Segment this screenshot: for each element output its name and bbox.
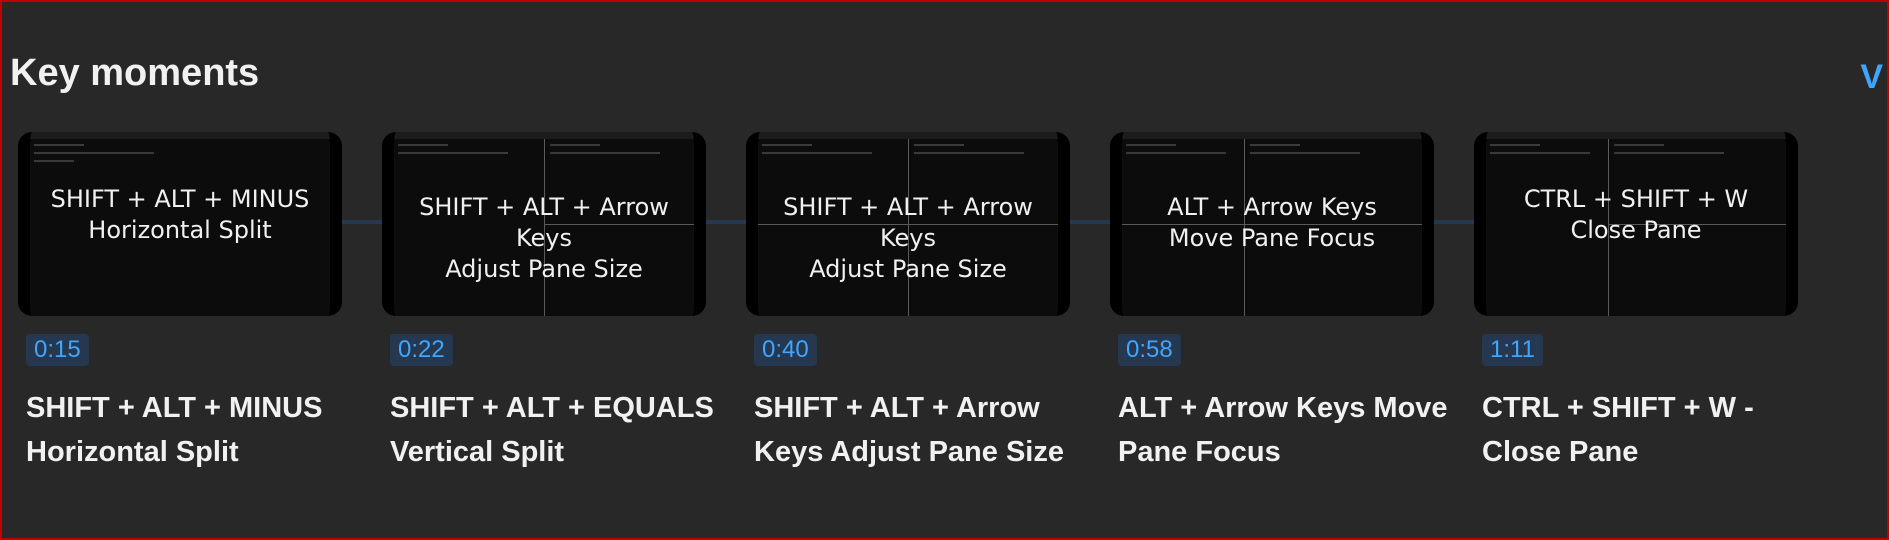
moment-thumbnail[interactable]: SHIFT + ALT + MINUS Horizontal Split — [18, 132, 342, 316]
thumbnail-caption: SHIFT + ALT + MINUS Horizontal Split — [50, 185, 310, 244]
section-title: Key moments — [10, 52, 260, 94]
thumbnail-caption: ALT + Arrow Keys Move Pane Focus — [1167, 193, 1377, 252]
moment-title[interactable]: CTRL + SHIFT + W - Close Pane — [1482, 386, 1822, 474]
moment-thumbnail[interactable]: ALT + Arrow Keys Move Pane Focus — [1110, 132, 1434, 316]
moment-thumbnail[interactable]: SHIFT + ALT + Arrow Keys Adjust Pane Siz… — [382, 132, 706, 316]
moment-title[interactable]: ALT + Arrow Keys Move Pane Focus — [1118, 386, 1458, 474]
view-all-button[interactable]: V — [1860, 58, 1883, 97]
timestamp-badge[interactable]: 1:11 — [1482, 334, 1543, 366]
key-moment-card[interactable]: CTRL + SHIFT + W Close Pane 1:11 CTRL + … — [1474, 132, 1838, 492]
timestamp-badge[interactable]: 0:15 — [26, 334, 89, 366]
thumbnail-caption: SHIFT + ALT + Arrow Keys Adjust Pane Siz… — [783, 193, 1033, 283]
key-moment-card[interactable]: ALT + Arrow Keys Move Pane Focus 0:58 AL… — [1110, 132, 1474, 492]
timestamp-badge[interactable]: 0:22 — [390, 334, 453, 366]
moment-title[interactable]: SHIFT + ALT + EQUALS Vertical Split — [390, 386, 730, 474]
thumbnail-caption: SHIFT + ALT + Arrow Keys Adjust Pane Siz… — [419, 193, 669, 283]
moment-thumbnail[interactable]: CTRL + SHIFT + W Close Pane — [1474, 132, 1798, 316]
timestamp-badge[interactable]: 0:58 — [1118, 334, 1181, 366]
moment-title[interactable]: SHIFT + ALT + MINUS Horizontal Split — [26, 386, 366, 474]
timestamp-badge[interactable]: 0:40 — [754, 334, 817, 366]
key-moment-card[interactable]: SHIFT + ALT + Arrow Keys Adjust Pane Siz… — [746, 132, 1110, 492]
key-moment-card[interactable]: SHIFT + ALT + MINUS Horizontal Split 0:1… — [18, 132, 382, 492]
moment-thumbnail[interactable]: SHIFT + ALT + Arrow Keys Adjust Pane Siz… — [746, 132, 1070, 316]
moment-title[interactable]: SHIFT + ALT + Arrow Keys Adjust Pane Siz… — [754, 386, 1094, 474]
key-moment-card[interactable]: SHIFT + ALT + Arrow Keys Adjust Pane Siz… — [382, 132, 746, 492]
thumbnail-caption: CTRL + SHIFT + W Close Pane — [1523, 185, 1749, 244]
